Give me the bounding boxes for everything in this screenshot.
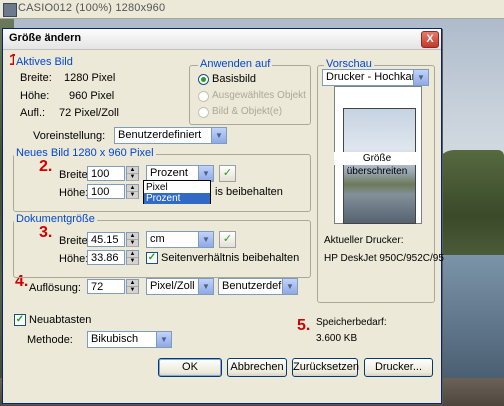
chevron-down-icon: ▼ (282, 279, 297, 294)
doc-width-spinner[interactable]: ▲ ▼ (126, 232, 139, 247)
resample-checkbox[interactable]: ✓ (14, 314, 26, 326)
chevron-down-icon: ▼ (413, 70, 428, 85)
background-lake (436, 255, 504, 380)
method-select[interactable]: Bikubisch ▼ (87, 331, 172, 348)
radio-image-and-objects[interactable] (198, 107, 209, 118)
resample-label: Neuabtasten (29, 314, 92, 326)
resolution-label: Auflösung: (29, 282, 81, 294)
app-title: CASIO012 (100%) 1280x960 (18, 2, 166, 14)
dropdown-option-pixel[interactable]: Pixel (144, 182, 210, 193)
doc-height-label: Höhe: (59, 253, 89, 265)
preview-warning: Größe überschreiten (334, 152, 420, 177)
document-size-legend: Dokumentgröße (14, 213, 97, 225)
new-height-label: Höhe: (59, 187, 89, 199)
apply-to-legend: Anwenden auf (198, 58, 273, 70)
active-height-value: 960 Pixel (69, 90, 115, 102)
doc-keep-ratio-checkbox[interactable]: ✓ (146, 252, 158, 264)
radio-selected-object-label: Ausgewähltes Objekt (212, 90, 306, 101)
doc-height-input[interactable]: 33.86 (87, 250, 125, 265)
chevron-down-icon: ▼ (211, 128, 226, 143)
new-width-input[interactable]: 100 (87, 166, 125, 181)
reset-button[interactable]: Zurücksetzen (292, 358, 359, 377)
new-unit-value: Prozent (150, 167, 188, 179)
new-image-legend: Neues Bild 1280 x 960 Pixel (14, 147, 156, 159)
image-window-icon (3, 3, 17, 17)
close-button[interactable]: X (421, 31, 439, 48)
document-size-group: Dokumentgröße (13, 213, 311, 278)
doc-height-spinner[interactable]: ▲ ▼ (126, 250, 139, 265)
cancel-button[interactable]: Abbrechen (227, 358, 287, 377)
doc-width-input[interactable]: 45.15 (87, 232, 125, 247)
active-resolution-label: Aufl.: (20, 107, 46, 119)
preview-select[interactable]: Drucker - Hochkantfor ▼ (322, 69, 429, 86)
marker-5: 5. (297, 317, 311, 334)
preset-select[interactable]: Benutzerdefiniert ▼ (114, 127, 227, 144)
new-keep-ratio-label: is beibehalten (215, 186, 283, 198)
radio-base-image-label: Basisbild (212, 73, 257, 85)
memory-label: Speicherbedarf: (316, 317, 387, 328)
radio-base-image[interactable] (198, 74, 209, 85)
new-height-input[interactable]: 100 (87, 184, 125, 199)
resolution-input[interactable]: 72 (87, 279, 125, 294)
method-value: Bikubisch (91, 333, 139, 345)
background-forest-right (436, 150, 504, 260)
chevron-down-icon: ▼ (198, 232, 213, 247)
doc-unit-value: cm (150, 233, 165, 245)
spin-up-icon: ▲ (127, 251, 138, 258)
unit-dropdown-list: Pixel Prozent (143, 180, 211, 204)
radio-selected-object[interactable] (198, 91, 209, 102)
chevron-down-icon: ▼ (156, 332, 171, 347)
dialog-title-bar: Größe ändern X (3, 29, 441, 50)
new-height-spinner[interactable]: ▲ ▼ (126, 184, 139, 199)
active-height-label: Höhe: (20, 90, 50, 102)
resolution-unit-select[interactable]: Pixel/Zoll ▼ (146, 278, 214, 295)
active-image-legend: Aktives Bild (14, 56, 75, 68)
current-printer-name: HP DeskJet 950C/952C/95 (324, 253, 444, 264)
spin-up-icon: ▲ (127, 185, 138, 192)
doc-link-ratio-button[interactable]: ✓ (219, 231, 236, 248)
preset-label: Voreinstellung: (33, 130, 106, 142)
doc-keep-ratio-label: Seitenverhältnis beibehalten (161, 252, 300, 264)
method-label: Methode: (27, 334, 73, 346)
spin-up-icon: ▲ (127, 167, 138, 174)
ok-button[interactable]: OK (158, 358, 222, 377)
printer-button[interactable]: Drucker... (364, 358, 433, 377)
spin-down-icon: ▼ (127, 192, 138, 199)
app-title-bar: CASIO012 (100%) 1280x960 (0, 0, 504, 19)
active-width-value: 1280 Pixel (64, 72, 116, 84)
resolution-spinner[interactable]: ▲ ▼ (126, 279, 139, 294)
preset-select-value: Benutzerdefiniert (118, 129, 202, 141)
spin-down-icon: ▼ (127, 240, 138, 247)
link-ratio-button[interactable]: ✓ (219, 165, 236, 182)
dialog-title: Größe ändern (9, 32, 82, 44)
dropdown-option-percent[interactable]: Prozent (144, 193, 210, 204)
active-width-label: Breite: (20, 72, 52, 84)
spin-down-icon: ▼ (127, 174, 138, 181)
radio-image-and-objects-label: Bild & Objekt(e) (212, 106, 283, 117)
doc-unit-select[interactable]: cm ▼ (146, 231, 214, 248)
memory-value: 3.600 KB (316, 333, 358, 344)
active-resolution-value: 72 Pixel/Zoll (59, 107, 119, 119)
resolution-preset-select[interactable]: Benutzerdefinier ▼ (218, 278, 298, 295)
resolution-unit-value: Pixel/Zoll (150, 280, 195, 292)
current-printer-label: Aktueller Drucker: (324, 235, 404, 246)
spin-down-icon: ▼ (127, 258, 138, 265)
spin-up-icon: ▲ (127, 233, 138, 240)
spin-up-icon: ▲ (127, 280, 138, 287)
new-width-spinner[interactable]: ▲ ▼ (126, 166, 139, 181)
spin-down-icon: ▼ (127, 287, 138, 294)
chevron-down-icon: ▼ (198, 279, 213, 294)
chevron-down-icon: ▼ (198, 166, 213, 181)
